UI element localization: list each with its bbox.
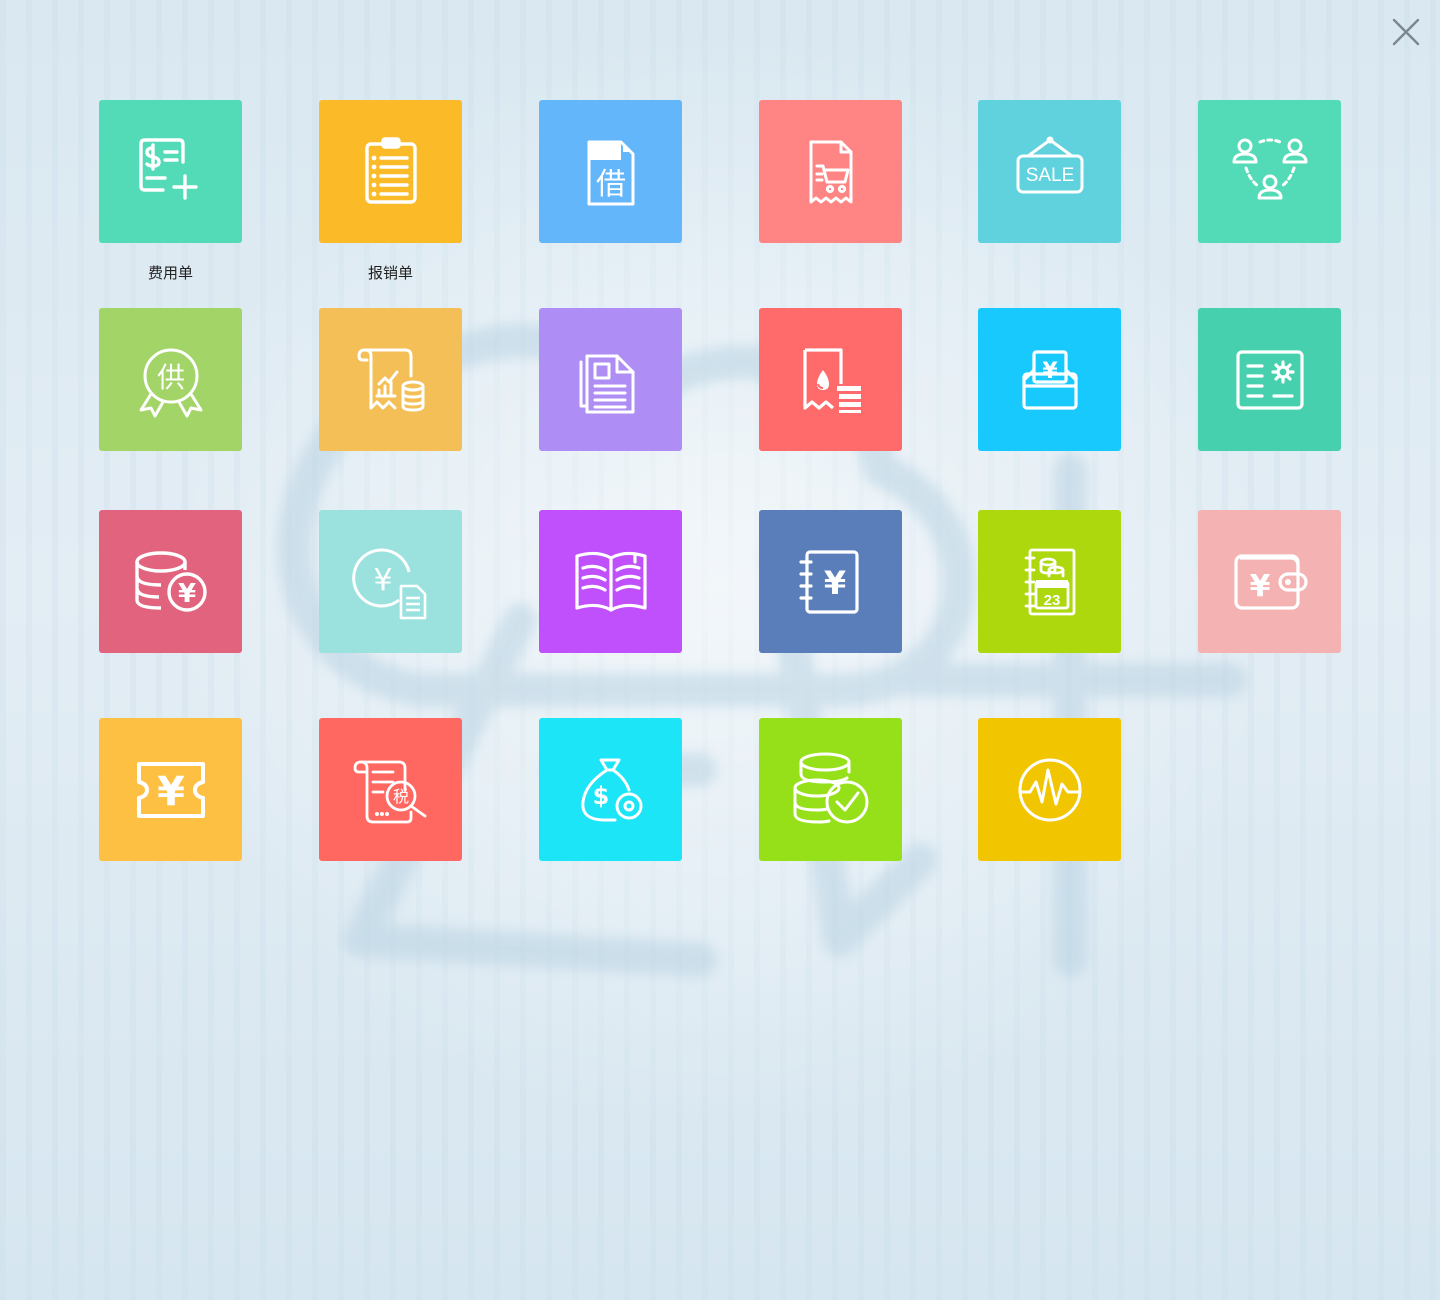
- settings-card-tile[interactable]: [1198, 308, 1341, 451]
- svg-text:¥: ¥: [1042, 359, 1058, 384]
- loan-form-tile[interactable]: 借: [539, 100, 682, 243]
- yuan-notebook-icon: ¥: [798, 549, 859, 614]
- coins-check-icon: [793, 752, 868, 823]
- dollar-doc-add-icon: [138, 137, 198, 200]
- sale-sign-icon: SALE: [1016, 136, 1083, 193]
- report-chart-coins-icon: [357, 348, 424, 411]
- people-cycle-icon: [1232, 138, 1307, 199]
- fund-check-tile[interactable]: [759, 718, 902, 861]
- yuan-document-tile[interactable]: ¥: [319, 510, 462, 653]
- svg-text:税: 税: [392, 787, 408, 806]
- fund-settings-tile[interactable]: $: [539, 718, 682, 861]
- tax-inquiry-tile[interactable]: 税: [319, 718, 462, 861]
- supplier-badge-icon: 供: [139, 348, 202, 417]
- open-book-icon: [574, 551, 647, 612]
- borrow-doc-icon: 借: [587, 140, 634, 205]
- cart-receipt-icon: [809, 140, 852, 203]
- documents-tile[interactable]: [539, 308, 682, 451]
- customers-tile[interactable]: [1198, 100, 1341, 243]
- sales-tile[interactable]: SALE: [978, 100, 1121, 243]
- svg-text:借: 借: [596, 167, 626, 202]
- money-bag-gear-icon: $: [580, 758, 642, 821]
- svg-text:供: 供: [156, 361, 184, 394]
- clipboard-list-icon: [364, 136, 417, 204]
- pulse-circle-icon: [1018, 758, 1081, 821]
- settings-card-icon: [1235, 349, 1304, 410]
- wallet-tile[interactable]: ¥: [1198, 510, 1341, 653]
- ledger-book-tile[interactable]: [539, 510, 682, 653]
- expense-form-tile[interactable]: [99, 100, 242, 243]
- voucher-tile[interactable]: ¥: [99, 718, 242, 861]
- reimbursement-form-tile[interactable]: [319, 100, 462, 243]
- svg-text:¥: ¥: [157, 769, 185, 815]
- svg-text:23: 23: [1043, 592, 1060, 609]
- funds-tile[interactable]: ¥: [99, 510, 242, 653]
- svg-text:¥: ¥: [177, 579, 195, 609]
- yuan-box-icon: ¥: [1021, 349, 1078, 410]
- svg-text:¥: ¥: [373, 563, 392, 598]
- receipt-coins-icon: [802, 347, 861, 413]
- yuan-wallet-icon: ¥: [1233, 553, 1308, 610]
- yuan-ticket-icon: ¥: [136, 761, 205, 818]
- financial-report-tile[interactable]: [319, 308, 462, 451]
- svg-text:SALE: SALE: [1025, 165, 1074, 186]
- coins-yuan-icon: ¥: [134, 550, 207, 612]
- close-icon: [1392, 18, 1420, 46]
- account-book-tile[interactable]: ¥: [759, 510, 902, 653]
- tax-search-icon: 税: [353, 760, 426, 823]
- monitoring-tile[interactable]: [978, 718, 1121, 861]
- svg-text:$: $: [592, 782, 609, 810]
- svg-text:¥: ¥: [1249, 569, 1270, 604]
- expense-form-label: 费用单: [147, 265, 193, 282]
- calendar-coins-icon: 23: [1024, 548, 1075, 615]
- cashbox-tile[interactable]: ¥: [978, 308, 1121, 451]
- supplier-tile[interactable]: 供: [99, 308, 242, 451]
- payment-calendar-tile[interactable]: 23: [978, 510, 1121, 653]
- close-button[interactable]: [1388, 14, 1424, 50]
- fee-receipt-tile[interactable]: [759, 308, 902, 451]
- purchase-receipt-tile[interactable]: [759, 100, 902, 243]
- documents-icon: [579, 354, 634, 413]
- yuan-circle-doc-icon: ¥: [351, 548, 426, 619]
- reimbursement-form-label: 报销单: [367, 265, 413, 282]
- svg-text:¥: ¥: [823, 564, 845, 602]
